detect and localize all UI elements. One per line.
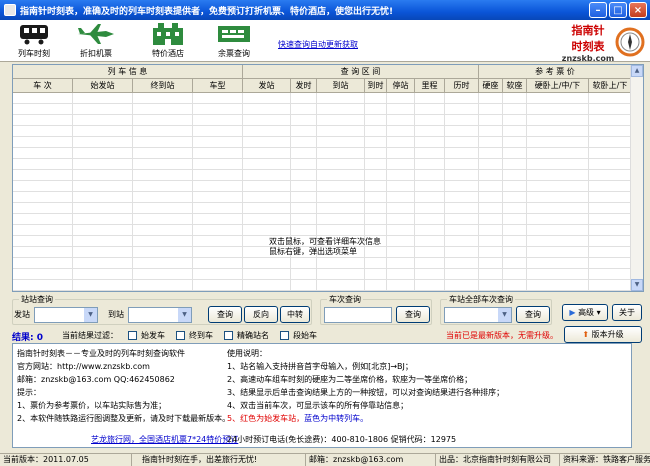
table-row[interactable] xyxy=(13,148,632,159)
col-stops[interactable]: 停站 xyxy=(387,79,415,93)
table-row[interactable] xyxy=(13,93,632,104)
table-row[interactable] xyxy=(13,170,632,181)
to-label: 到站 xyxy=(108,310,124,319)
promo-link[interactable]: 艺龙旅行网，全国酒店机票7*24特价预订 xyxy=(91,434,238,445)
col-arrive-station[interactable]: 到站 xyxy=(317,79,365,93)
toolbar: 列车时刻 折扣机票 特价酒店 余票查询 快速查询自动更新获取 指南针 时刻表 z… xyxy=(0,20,650,63)
table-row[interactable] xyxy=(13,269,632,280)
col-terminal[interactable]: 终到站 xyxy=(133,79,193,93)
filter-segment-checkbox[interactable] xyxy=(280,331,289,340)
ticket-icon xyxy=(218,26,250,42)
col-soft-sleeper[interactable]: 软卧上/下 xyxy=(589,79,632,93)
table-row[interactable] xyxy=(13,159,632,170)
home-link[interactable]: 快速查询自动更新获取 xyxy=(278,39,358,50)
grid-group-header: 列 车 信 息 查 询 区 间 参 考 票 价 xyxy=(13,65,632,79)
version-notice: 当前已是最新版本，无需升级。 xyxy=(446,331,558,340)
col-soft-seat[interactable]: 软座 xyxy=(503,79,527,93)
col-depart-station[interactable]: 发站 xyxy=(243,79,291,93)
compass-logo-icon xyxy=(615,27,645,57)
status-producer: 出品：北京指南针时刻有限公司 xyxy=(436,454,560,466)
table-row[interactable] xyxy=(13,192,632,203)
from-label: 发站 xyxy=(14,310,30,319)
status-slogan: 指南针时刻在手，出差旅行无忧! xyxy=(132,454,306,466)
plane-icon xyxy=(78,24,114,44)
col-origin[interactable]: 始发站 xyxy=(73,79,133,93)
toolbar-item-label: 列车时刻 xyxy=(18,49,50,58)
results-grid[interactable]: 列 车 信 息 查 询 区 间 参 考 票 价 车 次 始发站 终到站 车型 发… xyxy=(12,64,644,292)
filter-label: 当前结果过滤： xyxy=(62,331,118,340)
table-row[interactable] xyxy=(13,203,632,214)
close-button[interactable]: × xyxy=(629,2,647,18)
title-bar: 指南针时刻表，准确及时的列车时刻表提供者，免费预订打折机票、特价酒店，使您出行无… xyxy=(0,0,650,20)
toolbar-special-hotels[interactable]: 特价酒店 xyxy=(140,22,196,60)
upgrade-icon: ⬆ xyxy=(582,330,590,339)
toolbar-train-timetable[interactable]: 列车时刻 xyxy=(6,22,62,60)
table-row[interactable] xyxy=(13,137,632,148)
table-row[interactable] xyxy=(13,115,632,126)
reverse-button[interactable]: 反向 xyxy=(244,306,278,323)
status-version: 当前版本：2011.07.05 xyxy=(0,454,132,466)
advanced-button[interactable]: ▶ 高级 ▾ xyxy=(562,304,608,321)
to-station-select[interactable] xyxy=(128,307,192,323)
result-count: 结果: 0 xyxy=(12,333,43,343)
advanced-arrow-icon: ▶ xyxy=(569,308,576,317)
maximize-button[interactable]: □ xyxy=(609,2,627,18)
train-icon xyxy=(20,25,48,45)
app-icon xyxy=(4,4,16,16)
table-row[interactable] xyxy=(13,225,632,236)
col-distance[interactable]: 里程 xyxy=(415,79,445,93)
col-duration[interactable]: 历时 xyxy=(445,79,479,93)
scroll-down-icon[interactable]: ▼ xyxy=(631,279,643,291)
result-row: 结果: 0 当前结果过滤： 始发车 终到车 精确站名 段始车 当前已是最新版本，… xyxy=(0,326,650,343)
filter-origin-checkbox[interactable] xyxy=(128,331,137,340)
toolbar-discount-flights[interactable]: 折扣机票 xyxy=(68,22,124,60)
table-row[interactable] xyxy=(13,126,632,137)
brand-logo: 指南针 时刻表 znzskb.com xyxy=(561,24,615,63)
filter-terminal-checkbox[interactable] xyxy=(176,331,185,340)
station-query-button[interactable]: 查询 xyxy=(208,306,242,323)
table-row[interactable] xyxy=(13,280,632,291)
toolbar-item-label: 余票查询 xyxy=(218,49,250,58)
query-area: 站站查询 发站 到站 查询 反向 中转 车次查询 查询 车站全部车次查询 查询 … xyxy=(0,294,650,328)
col-depart-time[interactable]: 发时 xyxy=(291,79,317,93)
status-support: 资料来源：铁路客户服务中心 xyxy=(563,455,650,464)
toolbar-remaining-tickets[interactable]: 余票查询 xyxy=(206,22,262,60)
hotel-icon xyxy=(153,23,183,45)
toolbar-item-label: 折扣机票 xyxy=(80,49,112,58)
table-row[interactable] xyxy=(13,181,632,192)
booking-phone: 24小时预订电话(免长途费)：400-810-1806 促销代码：12975 xyxy=(227,435,457,444)
chevron-down-icon: ▾ xyxy=(596,308,601,317)
col-train-no[interactable]: 车 次 xyxy=(13,79,73,93)
transfer-button[interactable]: 中转 xyxy=(280,306,310,323)
station-all-select[interactable] xyxy=(444,307,512,323)
toolbar-item-label: 特价酒店 xyxy=(152,49,184,58)
upgrade-button[interactable]: ⬆ 版本升级 xyxy=(564,326,642,343)
status-bar: 当前版本：2011.07.05 指南针时刻在手，出差旅行无忧! 邮箱：znzsk… xyxy=(0,453,650,466)
table-row[interactable] xyxy=(13,214,632,225)
col-hard-sleeper[interactable]: 硬卧上/中/下 xyxy=(527,79,589,93)
scroll-up-icon[interactable]: ▲ xyxy=(631,65,643,77)
col-arrive-time[interactable]: 到时 xyxy=(365,79,387,93)
minimize-button[interactable]: – xyxy=(589,2,607,18)
table-row[interactable] xyxy=(13,258,632,269)
window-title: 指南针时刻表，准确及时的列车时刻表提供者，免费预订打折机票、特价酒店，使您出行无… xyxy=(20,6,394,17)
table-row[interactable] xyxy=(13,104,632,115)
train-query-button[interactable]: 查询 xyxy=(396,306,430,323)
col-hard-seat[interactable]: 硬座 xyxy=(479,79,503,93)
grid-vertical-scrollbar[interactable]: ▲ ▼ xyxy=(630,65,643,291)
station-all-query-button[interactable]: 查询 xyxy=(516,306,550,323)
col-type[interactable]: 车型 xyxy=(193,79,243,93)
train-number-input[interactable] xyxy=(324,307,392,323)
info-panel: 指南针时刻表－－专业及时的列车时刻查询软件 官方网站：http://www.zn… xyxy=(12,343,632,448)
grid-column-header: 车 次 始发站 终到站 车型 发站 发时 到站 到时 停站 里程 历时 硬座 软… xyxy=(13,79,632,93)
grid-hint: 双击鼠标，可查看详细车次信息 鼠标右键，弹出选项菜单 xyxy=(269,237,381,256)
filter-exact-name-checkbox[interactable] xyxy=(224,331,233,340)
about-button[interactable]: 关于 xyxy=(612,304,642,321)
status-email: 邮箱：znzskb@163.com xyxy=(306,454,436,466)
from-station-select[interactable] xyxy=(34,307,98,323)
